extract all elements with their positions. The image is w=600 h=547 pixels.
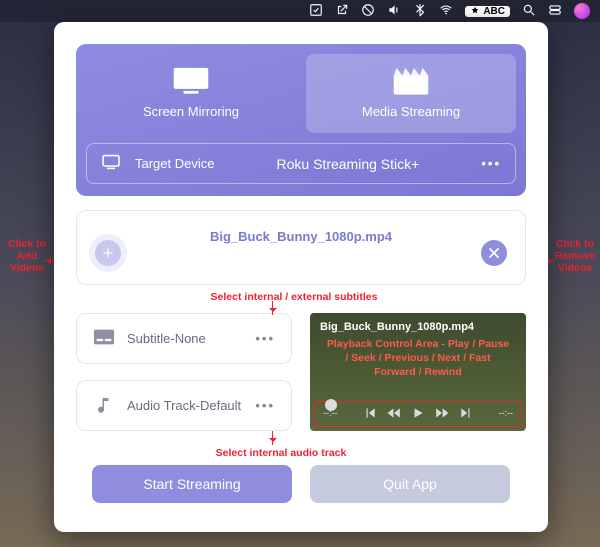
audio-track-selector[interactable]: Audio Track-Default ••• xyxy=(76,380,292,431)
annotation-remove-videos: Click to Remove Videos xyxy=(550,238,600,274)
annotation-playback: Playback Control Area - Play / Pause / S… xyxy=(310,335,526,382)
seek-handle[interactable] xyxy=(325,399,337,411)
subtitle-more-icon[interactable]: ••• xyxy=(255,331,275,346)
tray-icon[interactable] xyxy=(309,3,323,20)
plus-icon xyxy=(101,246,115,260)
subtitle-selector[interactable]: Subtitle-None ••• xyxy=(76,313,292,364)
previous-icon[interactable] xyxy=(363,406,377,420)
tab-media-streaming[interactable]: Media Streaming xyxy=(306,54,516,133)
play-icon[interactable] xyxy=(411,406,425,420)
close-icon xyxy=(487,246,501,260)
mode-card: Screen Mirroring Media Streaming Target … xyxy=(76,44,526,196)
mac-menubar: ABC xyxy=(0,0,600,22)
media-file-card: Big_Buck_Bunny_1080p.mp4 xyxy=(76,210,526,285)
subtitle-icon xyxy=(93,328,115,349)
target-device-name: Roku Streaming Stick+ xyxy=(228,156,467,172)
external-link-icon[interactable] xyxy=(335,3,349,20)
start-streaming-button[interactable]: Start Streaming xyxy=(92,465,292,503)
remove-media-button[interactable] xyxy=(481,240,507,266)
add-media-button[interactable] xyxy=(95,240,121,266)
target-device-bar[interactable]: Target Device Roku Streaming Stick+ ••• xyxy=(86,143,516,184)
audio-more-icon[interactable]: ••• xyxy=(255,398,275,413)
player-title: Big_Buck_Bunny_1080p.mp4 xyxy=(310,313,526,335)
monitor-icon xyxy=(168,64,214,98)
playback-controls: --:-- --:-- xyxy=(314,401,522,427)
rewind-icon[interactable] xyxy=(387,406,401,420)
siri-icon[interactable] xyxy=(574,3,590,19)
volume-icon[interactable] xyxy=(387,3,401,20)
annotation-arrow-audio xyxy=(272,431,273,445)
quit-app-button[interactable]: Quit App xyxy=(310,465,510,503)
fast-forward-icon[interactable] xyxy=(435,406,449,420)
input-source-chip[interactable]: ABC xyxy=(465,6,510,17)
annotation-arrow-sub xyxy=(272,301,273,315)
subtitle-label: Subtitle-None xyxy=(127,331,243,346)
media-file-name: Big_Buck_Bunny_1080p.mp4 xyxy=(97,229,505,244)
app-window: Screen Mirroring Media Streaming Target … xyxy=(54,22,548,532)
audio-track-label: Audio Track-Default xyxy=(127,398,243,413)
annotation-subtitles: Select internal / external subtitles xyxy=(184,291,404,303)
tab-screen-mirroring[interactable]: Screen Mirroring xyxy=(86,54,296,133)
device-more-icon[interactable]: ••• xyxy=(481,156,501,171)
button-label: Quit App xyxy=(383,476,437,492)
playback-preview: Big_Buck_Bunny_1080p.mp4 Playback Contro… xyxy=(310,313,526,431)
tab-label: Screen Mirroring xyxy=(143,104,239,119)
time-total: --:-- xyxy=(499,408,514,418)
mode-tabs: Screen Mirroring Media Streaming xyxy=(86,54,516,133)
tab-label: Media Streaming xyxy=(362,104,460,119)
lower-grid: Subtitle-None ••• Big_Buck_Bunny_1080p.m… xyxy=(76,313,526,431)
clapperboard-icon xyxy=(388,64,434,98)
bottom-buttons: Start Streaming Quit App xyxy=(76,465,526,503)
input-source-label: ABC xyxy=(483,6,505,17)
button-label: Start Streaming xyxy=(143,476,240,492)
wifi-icon[interactable] xyxy=(439,3,453,20)
music-note-icon xyxy=(93,395,115,416)
spotlight-icon[interactable] xyxy=(522,3,536,20)
do-not-disturb-icon[interactable] xyxy=(361,3,375,20)
control-center-icon[interactable] xyxy=(548,3,562,20)
target-device-label: Target Device xyxy=(135,156,214,171)
tv-icon xyxy=(101,154,121,173)
bluetooth-icon[interactable] xyxy=(413,3,427,20)
annotation-audio: Select internal audio track xyxy=(196,447,366,459)
next-icon[interactable] xyxy=(459,406,473,420)
